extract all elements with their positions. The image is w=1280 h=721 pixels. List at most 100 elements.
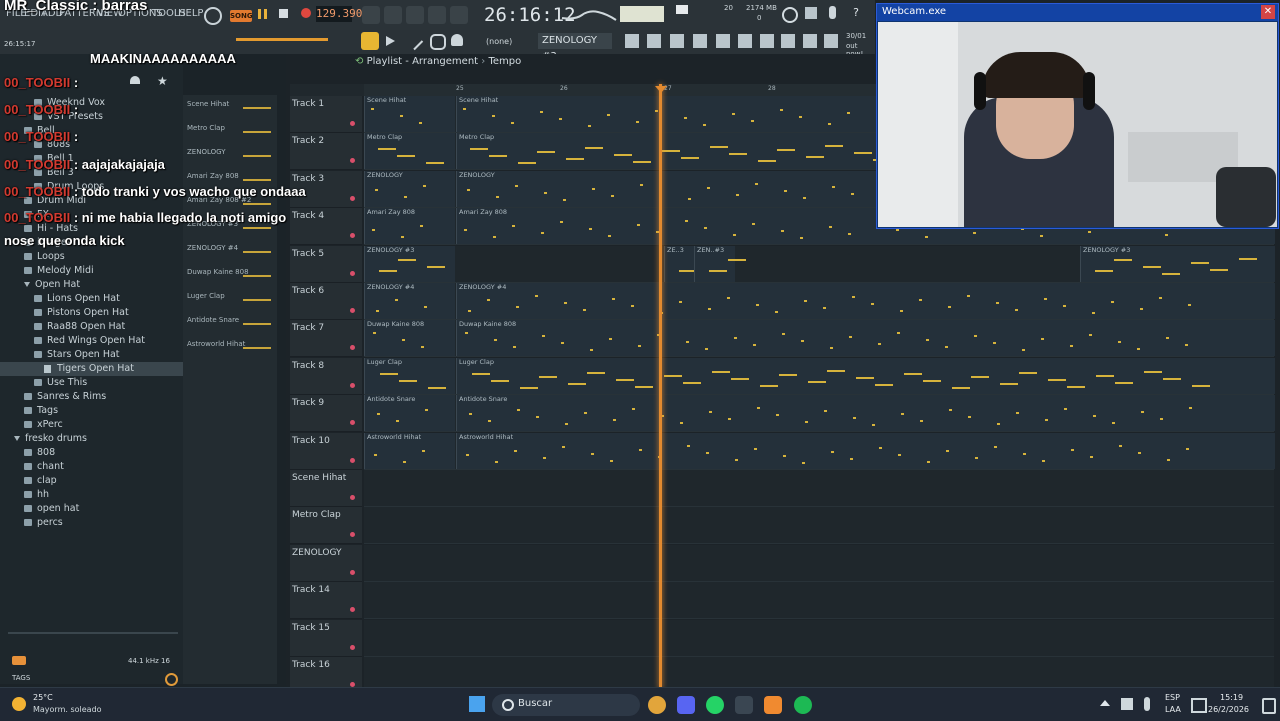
link-icon[interactable] [430,34,446,50]
loop-record-icon[interactable] [450,6,468,24]
browser-item[interactable]: Loops [0,250,183,264]
pattern-clip[interactable]: Astroworld Hihat [456,432,1275,469]
track-lane[interactable]: Astroworld Hihat Astroworld Hihat [364,432,1275,470]
track-lane[interactable] [364,544,1274,582]
pattern-clip[interactable]: Duwap Kaine 808 [456,320,1275,357]
preview-play-icon[interactable] [12,656,26,665]
track-lane[interactable]: Antidote Snare Antidote Snare [364,395,1275,433]
discord-icon[interactable] [677,696,695,714]
taskbar-clock[interactable]: 15:19 [1220,693,1243,702]
track-lane[interactable] [364,619,1274,657]
wait-icon[interactable] [384,6,402,24]
browser-item[interactable]: Stars Open Hat [0,348,183,362]
track-lane[interactable] [364,507,1274,545]
pattern-clip[interactable]: ZEN..#3 [694,245,746,282]
snap-select[interactable]: (none) [486,37,512,46]
track-header[interactable]: Track 4 [290,208,362,246]
tempo-display[interactable]: 129.390 [316,6,362,22]
track-mute-led[interactable] [350,345,355,351]
webcam-close-button[interactable]: ✕ [1261,5,1275,19]
cart-icon[interactable] [824,34,838,48]
browser-icon[interactable] [716,34,730,48]
browser-item[interactable]: Melody Midi [0,264,183,278]
monitor-icon[interactable] [1191,698,1207,713]
browser-item[interactable]: Use This [0,376,183,390]
weather-temp[interactable]: 25°C [33,693,53,702]
browser-item[interactable]: 808 [0,446,183,460]
channel-item[interactable]: Duwap Kaine 808 [187,267,249,277]
tray-chevron-icon[interactable] [1100,700,1110,706]
channel-item[interactable]: ZENOLOGY [187,147,225,157]
magnet-icon[interactable] [451,34,463,46]
song-mode-button[interactable]: SONG [230,10,253,22]
track-header[interactable]: Track 10 [290,432,362,470]
browser-item[interactable]: Raa88 Open Hat [0,320,183,334]
track-lane[interactable]: Luger Clap Luger Clap [364,357,1275,395]
track-header[interactable]: Track 7 [290,320,362,358]
track-header[interactable]: Track 14 [290,582,362,620]
track-mute-led[interactable] [350,382,355,388]
track-mute-led[interactable] [350,532,355,538]
pattern-clip[interactable]: Metro Clap [364,133,455,170]
browser-item[interactable]: chant [0,460,183,474]
pattern-clip[interactable]: Antidote Snare [364,395,455,432]
step-edit-icon[interactable] [428,6,446,24]
browser-item[interactable]: Pistons Open Hat [0,306,183,320]
track-mute-led[interactable] [350,420,355,426]
track-mute-led[interactable] [350,158,355,164]
taskbar-date[interactable]: 26/2/2026 [1208,705,1249,714]
playhead[interactable] [659,84,662,689]
track-mute-led[interactable] [350,457,355,463]
pattern-selector[interactable]: ZENOLOGY #3 [538,33,612,62]
pattern-clip[interactable]: ZE..3 [664,245,716,282]
piano-roll-icon[interactable] [670,34,684,48]
obs-icon[interactable] [735,696,753,714]
browser-item[interactable]: Lions Open Hat [0,292,183,306]
microphone-icon[interactable] [829,6,836,19]
pin-icon[interactable] [760,34,774,48]
plugin-database-icon[interactable] [738,34,752,48]
playlist-crumb-tempo[interactable]: Tempo [488,56,521,67]
browser-item[interactable]: Sanres & Rims [0,390,183,404]
channel-item[interactable]: Astroworld Hihat [187,339,245,349]
arrow-icon[interactable] [386,36,395,46]
windows-start-icon[interactable] [469,696,485,712]
countdown-icon[interactable] [406,6,424,24]
channel-item[interactable]: ZENOLOGY #4 [187,243,238,253]
chrome-icon[interactable] [648,696,666,714]
stop-icon[interactable] [279,9,288,18]
browser-item[interactable]: Tigers Open Hat [0,362,183,376]
draw-icon[interactable] [404,31,424,51]
playlist-view-icon[interactable] [361,32,379,50]
track-header[interactable]: Track 9 [290,395,362,433]
playhead-marker[interactable] [655,86,667,93]
record-icon[interactable] [301,8,311,18]
tag-search-icon[interactable] [165,673,178,686]
track-mute-led[interactable] [350,233,355,239]
track-header[interactable]: Track 1 [290,96,362,133]
pattern-clip[interactable]: Astroworld Hihat [364,432,455,469]
pattern-clip[interactable]: ZENOLOGY #4 [456,283,1275,319]
pattern-clip[interactable]: Duwap Kaine 808 [364,320,455,357]
power-icon[interactable] [782,7,798,23]
track-lane[interactable] [364,582,1274,620]
star-icon[interactable]: ★ [157,74,168,88]
track-lane[interactable]: ZENOLOGY #4 ZENOLOGY #4 [364,283,1275,320]
track-mute-led[interactable] [350,270,355,276]
mixer-icon[interactable] [625,34,639,48]
channel-item[interactable]: Luger Clap [187,291,225,301]
channel-item[interactable]: Amari Zay 808 [187,171,239,181]
pattern-clip[interactable]: Antidote Snare [456,395,1275,432]
channel-item[interactable]: Scene Hihat [187,99,229,109]
track-header[interactable]: Track 6 [290,283,362,320]
track-mute-led[interactable] [350,495,355,500]
browser-item[interactable]: xPerc [0,418,183,432]
track-header[interactable]: Track 8 [290,357,362,395]
plugin-icon[interactable] [805,7,817,19]
taskbar-search[interactable]: Buscar [492,694,640,716]
onedrive-icon[interactable] [1121,698,1133,710]
track-lane[interactable]: ZENOLOGY #3 ZE..3 ZEN..#3 ZENOLOGY #3 [364,245,1275,283]
pattern-clip[interactable]: ZENOLOGY #4 [364,283,455,319]
browser-item[interactable]: Red Wings Open Hat [0,334,183,348]
track-mute-led[interactable] [350,195,355,201]
